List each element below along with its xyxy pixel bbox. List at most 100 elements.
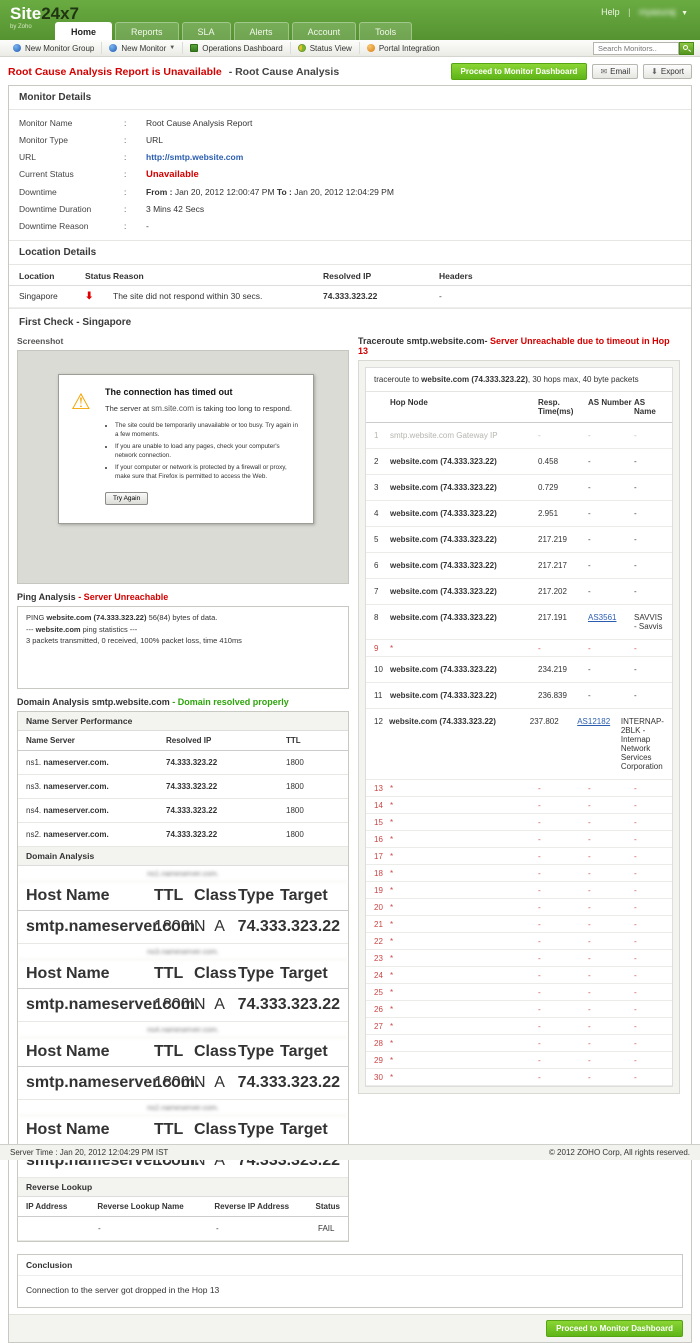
as-name-cell: - [634,818,664,827]
monitor-detail-row: URL:http://smtp.website.com [9,148,691,165]
hop-number-cell: 12 [374,717,389,726]
username-menu[interactable]: myasuraj [639,7,676,17]
page-title: Root Cause Analysis Report is Unavailabl… [8,66,339,78]
monitor-detail-row: Downtime:From : Jan 20, 2012 12:00:47 PM… [9,183,691,200]
as-number-link[interactable]: AS12182 [577,717,610,726]
search-input[interactable] [593,42,679,55]
monitor-group-icon [13,44,21,52]
ns-ip-cell: 74.333.323.22 [166,806,286,815]
export-button[interactable]: ⬇Export [643,64,692,79]
traceroute-row: 27*--- [366,1018,672,1035]
tab-reports[interactable]: Reports [115,22,179,40]
logo-site: Site [10,4,41,23]
ping-output: PING website.com (74.333.323.22) 56(84) … [17,606,349,689]
detail-colon: : [124,152,146,162]
toolbar-item-monitor[interactable]: New Monitor▼ [102,42,183,54]
as-number-cell: - [588,483,634,492]
screenshot-heading: Screenshot [17,334,349,350]
hop-node-cell: * [390,988,538,997]
traceroute-row: 12website.com (74.333.323.22)237.802AS12… [366,709,672,780]
proceed-dashboard-button-bottom[interactable]: Proceed to Monitor Dashboard [546,1320,683,1337]
ns-performance-table: Name Server Resolved IP TTL ns1. nameser… [18,731,348,847]
toolbar-item-portal[interactable]: Portal Integration [360,42,447,54]
search-icon [683,45,688,50]
col-reverse-ip: Reverse IP Address [214,1202,315,1211]
email-button[interactable]: ✉Email [592,64,638,79]
resp-time-cell: - [538,954,588,963]
resp-time-cell: - [538,431,588,440]
as-number-cell: - [588,784,634,793]
as-name-cell: - [634,644,664,653]
hop-number-cell: 13 [374,784,390,793]
ns-ttl-cell: 1800 [286,758,340,767]
hop-node-cell: * [390,954,538,963]
col-host-name: Host Name [26,887,154,905]
col-rl-status: Status [316,1202,340,1211]
hop-number-cell: 16 [374,835,390,844]
col-ns-resolved-ip: Resolved IP [166,736,286,745]
rl-name-cell: - [98,1224,216,1233]
error-bullet: The site could be temporarily unavailabl… [115,422,301,439]
toolbar-item-monitor-group[interactable]: New Monitor Group [6,42,102,54]
name-server-row: ns4. nameserver.com.74.333.323.221800 [18,799,348,823]
traceroute-row: 6website.com (74.333.323.22)217.217-- [366,553,672,579]
toolbar-item-status[interactable]: Status View [291,42,360,54]
as-name-cell: - [634,1039,664,1048]
col-host-name: Host Name [26,965,154,983]
status-down-icon: ⬇ [85,291,93,302]
ns-domain: nameserver.com. [43,782,108,791]
try-again-button[interactable]: Try Again [105,492,148,505]
traceroute-row: 7website.com (74.333.323.22)217.202-- [366,579,672,605]
ns-prefix: ns3. [26,782,43,791]
as-name-cell: - [634,852,664,861]
monitor-detail-row: Monitor Type:URL [9,131,691,148]
domain-analysis-heading: Domain Analysis [18,847,348,866]
detail-label: Downtime Reason [19,221,124,231]
ns-ttl-cell: 1800 [286,782,340,791]
help-link[interactable]: Help [601,7,620,17]
left-column: Screenshot ⚠ The connection has timed ou… [17,334,349,1242]
proceed-dashboard-button[interactable]: Proceed to Monitor Dashboard [451,63,588,80]
monitor-url-link[interactable]: http://smtp.website.com [146,152,243,162]
toolbar-item-dashboard[interactable]: Operations Dashboard [183,42,291,54]
resp-time-cell: - [538,1073,588,1082]
as-number-cell: - [588,457,634,466]
col-resp-time: Resp. Time(ms) [538,398,588,416]
logo-24x7: 24x7 [41,4,79,23]
col-ttl: TTL [154,1043,194,1061]
text-segment: --- [26,625,36,634]
as-number-link[interactable]: AS3561 [588,613,616,622]
resolving-server-label: ns1.nameserver.com. [18,866,348,882]
error-bullet: If you are unable to load any pages, che… [115,443,301,460]
col-resolved-ip: Resolved IP [323,271,439,281]
text-segment: traceroute to [374,375,421,384]
tab-alerts[interactable]: Alerts [234,22,289,40]
search-button[interactable] [679,42,694,55]
hop-node-cell: * [390,784,538,793]
ns-ttl-cell: 1800 [286,830,340,839]
header-divider: | [628,7,630,17]
location-table: Location Status Reason Resolved IP Heade… [9,265,691,309]
detail-value: - [146,221,149,231]
screenshot-box: ⚠ The connection has timed out The serve… [17,350,349,584]
traceroute-row: 17*--- [366,848,672,865]
tab-account[interactable]: Account [292,22,357,40]
as-number-cell: - [588,920,634,929]
resp-time-cell: - [538,1022,588,1031]
error-dialog-bullets: The site could be temporarily unavailabl… [115,422,301,481]
col-type: Type [238,887,280,905]
ns-domain: nameserver.com. [43,758,108,767]
hop-node-cell: website.com (74.333.323.22) [390,665,538,674]
traceroute-row: 4website.com (74.333.323.22)2.951-- [366,501,672,527]
tab-tools[interactable]: Tools [359,22,412,40]
tab-home[interactable]: Home [55,22,112,40]
resp-time-cell: - [538,784,588,793]
tab-sla[interactable]: SLA [182,22,231,40]
resp-time-cell: - [538,886,588,895]
col-class: Class [194,1043,238,1061]
ping-heading: Ping Analysis - Server Unreachable [17,584,349,606]
email-icon: ✉ [600,67,607,76]
type-cell: A [214,1074,237,1092]
ns-name-cell: ns3. nameserver.com. [26,782,166,791]
hop-number-cell: 9 [374,644,390,653]
